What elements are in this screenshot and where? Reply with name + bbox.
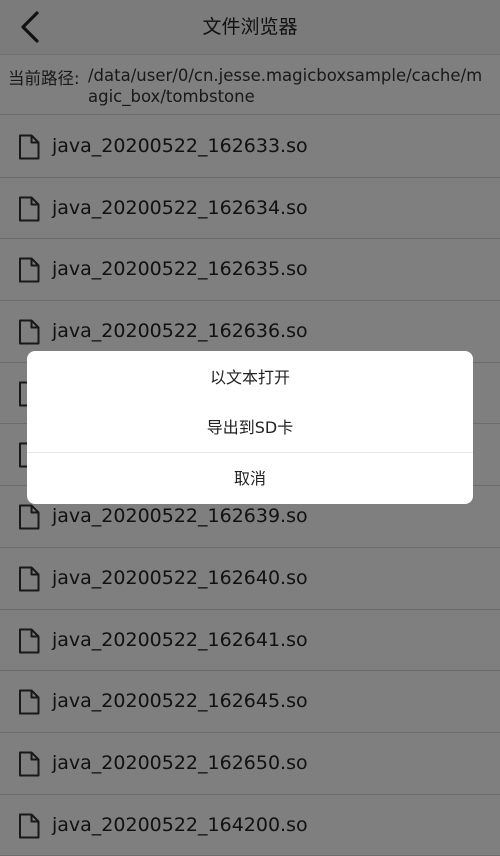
cancel-button[interactable]: 取消 <box>27 454 473 504</box>
dialog-divider <box>27 452 473 453</box>
open-as-text-button[interactable]: 以文本打开 <box>27 353 473 403</box>
export-to-sd-button[interactable]: 导出到SD卡 <box>27 403 473 453</box>
file-browser-screen: 文件浏览器 当前路径: /data/user/0/cn.jesse.magicb… <box>0 0 500 856</box>
file-action-dialog: 以文本打开 导出到SD卡 取消 <box>27 351 473 504</box>
